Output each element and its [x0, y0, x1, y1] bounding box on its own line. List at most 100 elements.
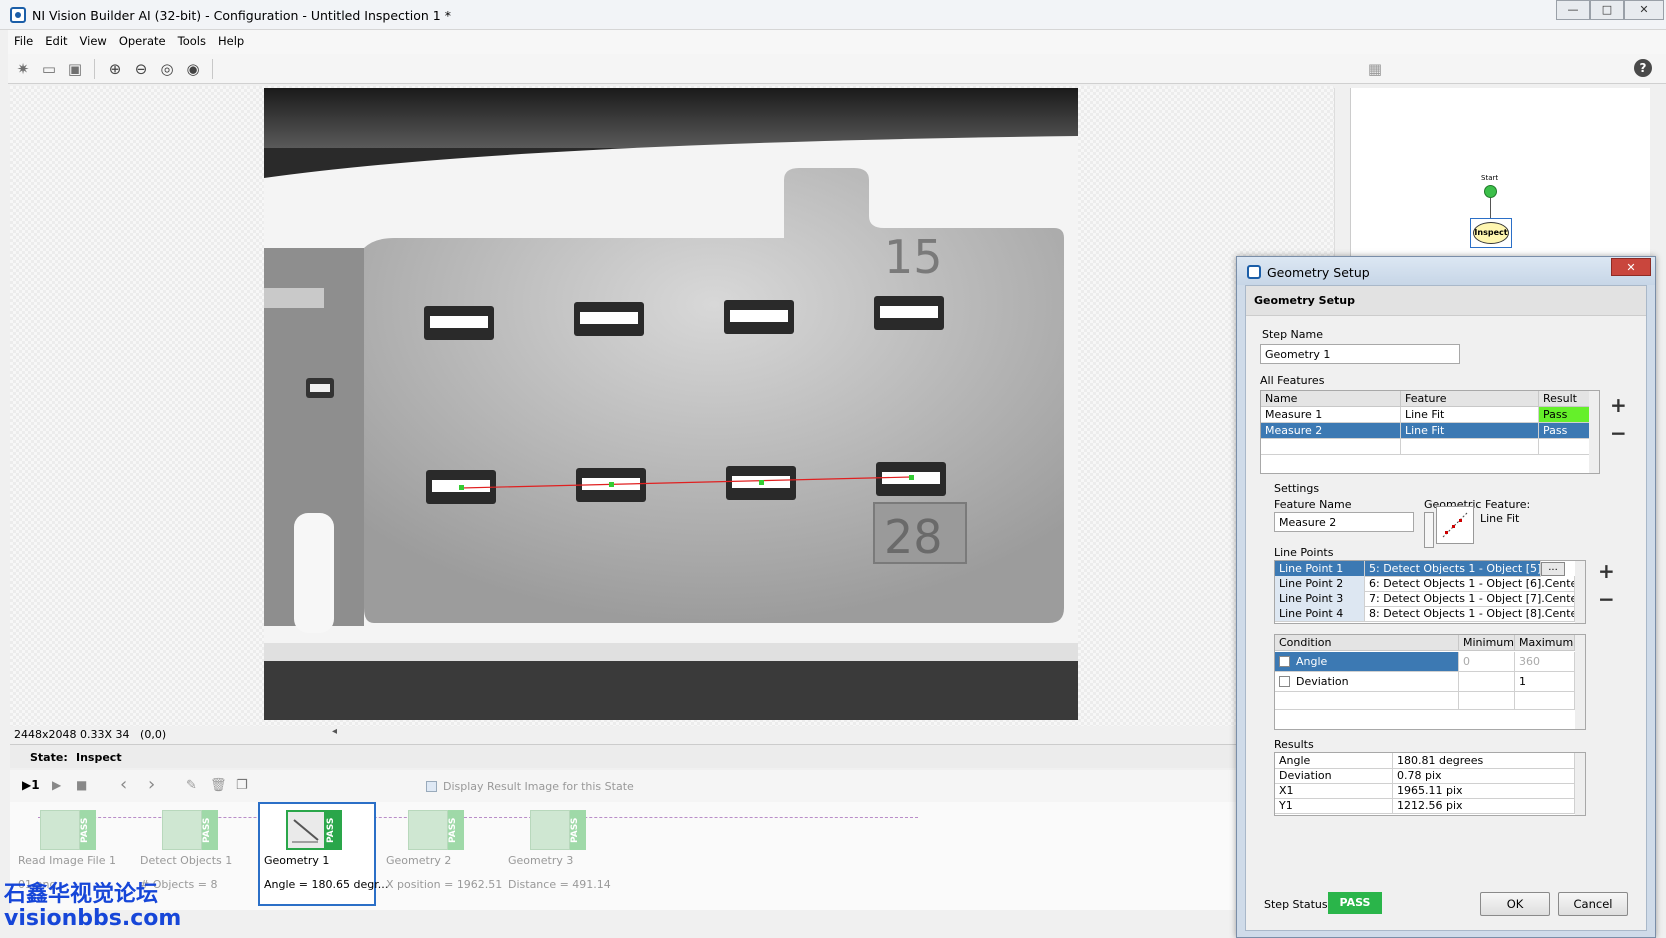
conditions-scrollbar[interactable]	[1575, 635, 1585, 729]
menu-view[interactable]: View	[74, 30, 113, 52]
remove-line-point-button[interactable]: −	[1598, 589, 1615, 609]
start-label: Start	[1481, 174, 1499, 182]
result-name: Y1	[1275, 798, 1393, 814]
line-point-browse-button[interactable]: ...	[1541, 562, 1565, 576]
zoom-out-icon[interactable]: ⊖	[130, 58, 152, 80]
display-result-checkbox[interactable]	[426, 781, 437, 792]
line-point-value[interactable]: 8: Detect Objects 1 - Object [8].Center …	[1365, 606, 1575, 622]
open-icon[interactable]: ▭	[38, 58, 60, 80]
result-value: 0.78 pix	[1393, 768, 1575, 784]
previous-icon[interactable]: ‹	[120, 774, 127, 795]
scroll-left-arrow[interactable]: ◂	[332, 726, 337, 737]
line-point-name[interactable]: Line Point 1	[1275, 561, 1365, 577]
step-geometry-2[interactable]: PASS Geometry 2 X position = 1962.51	[380, 802, 502, 906]
conditions-table: Condition Minimum Maximum Angle 0 360 De…	[1274, 634, 1586, 730]
edit-icon[interactable]: ✎	[186, 778, 197, 793]
condition-deviation-checkbox[interactable]	[1279, 676, 1290, 687]
help-icon[interactable]: ?	[1634, 59, 1652, 77]
add-feature-button[interactable]: +	[1610, 395, 1627, 415]
run-once-icon[interactable]: ▶1	[22, 778, 40, 792]
step-name: Geometry 2	[386, 854, 452, 867]
menu-edit[interactable]: Edit	[39, 30, 73, 52]
line-point-value[interactable]: 5: Detect Objects 1 - Object [5].Cente	[1365, 561, 1541, 577]
window-title: NI Vision Builder AI (32-bit) - Configur…	[32, 8, 451, 23]
line-fit-icon[interactable]	[1436, 506, 1474, 544]
condition-angle-label: Angle	[1296, 655, 1328, 668]
layout-icon[interactable]: ▦	[1362, 58, 1388, 80]
run-icon[interactable]: ▶	[52, 778, 61, 792]
condition-angle-checkbox[interactable]	[1279, 656, 1290, 667]
dialog-body: Geometry Setup Step Name Geometry 1 All …	[1245, 285, 1647, 931]
line-point-name[interactable]: Line Point 2	[1275, 576, 1365, 592]
pass-badge: PASS	[570, 810, 586, 850]
inspect-node: Inspect	[1473, 222, 1509, 244]
feature-row-type[interactable]: Line Fit	[1401, 407, 1539, 423]
zoom-actual-icon[interactable]: ◉	[182, 58, 204, 80]
condition-header-name: Condition	[1275, 635, 1459, 651]
menu-tools[interactable]: Tools	[172, 30, 212, 52]
line-point-name[interactable]: Line Point 3	[1275, 591, 1365, 607]
condition-deviation[interactable]: Deviation	[1275, 672, 1459, 692]
result-value: 1212.56 pix	[1393, 798, 1575, 814]
line-points-scrollbar[interactable]	[1575, 561, 1585, 623]
dialog-close-button[interactable]: ✕	[1611, 258, 1651, 276]
step-status-badge: PASS	[1328, 892, 1382, 914]
watermark-forum-name: 石鑫华视觉论坛	[4, 882, 159, 907]
line-point-name[interactable]: Line Point 4	[1275, 606, 1365, 622]
step-geometry-1[interactable]: PASS Geometry 1 Angle = 180.65 degr...	[258, 802, 388, 906]
save-icon[interactable]: ▣	[64, 58, 86, 80]
toolbar-separator	[212, 59, 213, 79]
features-scrollbar[interactable]	[1589, 391, 1599, 473]
display-result-option[interactable]: Display Result Image for this State	[426, 780, 634, 793]
feature-row-type[interactable]: Line Fit	[1401, 423, 1539, 439]
zoom-in-icon[interactable]: ⊕	[104, 58, 126, 80]
new-icon[interactable]: ✷	[12, 58, 34, 80]
feature-row-name[interactable]: Measure 2	[1261, 423, 1401, 439]
step-name-input[interactable]: Geometry 1	[1260, 344, 1460, 364]
dialog-heading: Geometry Setup	[1246, 286, 1646, 316]
stop-icon[interactable]: ■	[76, 778, 87, 792]
cancel-button[interactable]: Cancel	[1558, 892, 1628, 916]
delete-icon[interactable]: 🗑	[210, 778, 227, 793]
geometric-feature-spinner[interactable]	[1424, 512, 1434, 548]
menu-operate[interactable]: Operate	[113, 30, 172, 52]
copy-icon[interactable]: ❐	[236, 778, 248, 793]
add-line-point-button[interactable]: +	[1598, 561, 1615, 581]
feature-name-input[interactable]: Measure 2	[1274, 512, 1414, 532]
features-header-name: Name	[1261, 391, 1401, 407]
close-button[interactable]: ✕	[1624, 0, 1664, 20]
state-bar: State: Inspect	[10, 744, 1240, 768]
image-label-bottom: 28	[884, 510, 943, 564]
ok-button[interactable]: OK	[1480, 892, 1550, 916]
condition-deviation-max[interactable]: 1	[1515, 672, 1575, 692]
geometry-line-icon	[292, 819, 319, 843]
results-scrollbar[interactable]	[1575, 753, 1585, 815]
condition-row-empty	[1459, 692, 1515, 710]
minimize-button[interactable]: —	[1556, 0, 1590, 20]
condition-angle[interactable]: Angle	[1275, 652, 1459, 672]
state-label: State:	[30, 751, 68, 764]
step-name: Detect Objects 1	[140, 854, 233, 867]
menu-help[interactable]: Help	[212, 30, 250, 52]
condition-angle-max[interactable]: 360	[1515, 652, 1575, 672]
condition-angle-min[interactable]: 0	[1459, 652, 1515, 672]
zoom-fit-icon[interactable]: ◎	[156, 58, 178, 80]
watermark-url: visionbbs.com	[4, 906, 182, 931]
line-point-value[interactable]: 6: Detect Objects 1 - Object [6].Center …	[1365, 576, 1575, 592]
maximize-button[interactable]: □	[1590, 0, 1624, 20]
feature-row-name[interactable]: Measure 1	[1261, 407, 1401, 423]
start-node[interactable]	[1484, 185, 1497, 198]
geometric-feature-value: Line Fit	[1480, 512, 1520, 525]
step-geometry-3[interactable]: PASS Geometry 3 Distance = 491.14	[502, 802, 622, 906]
image-info: 2448x2048 0.33X 34 (0,0)	[14, 728, 166, 741]
step-name: Geometry 1	[264, 854, 330, 867]
next-icon[interactable]: ›	[148, 774, 155, 795]
geometry-icon	[408, 810, 448, 850]
line-point-value[interactable]: 7: Detect Objects 1 - Object [7].Center …	[1365, 591, 1575, 607]
inspection-image[interactable]: 15 28	[264, 88, 1078, 720]
condition-deviation-min[interactable]	[1459, 672, 1515, 692]
inspect-node-frame[interactable]: Inspect	[1470, 218, 1512, 248]
remove-feature-button[interactable]: −	[1610, 423, 1627, 443]
toolbar-separator	[94, 59, 95, 79]
menu-file[interactable]: File	[8, 30, 39, 52]
